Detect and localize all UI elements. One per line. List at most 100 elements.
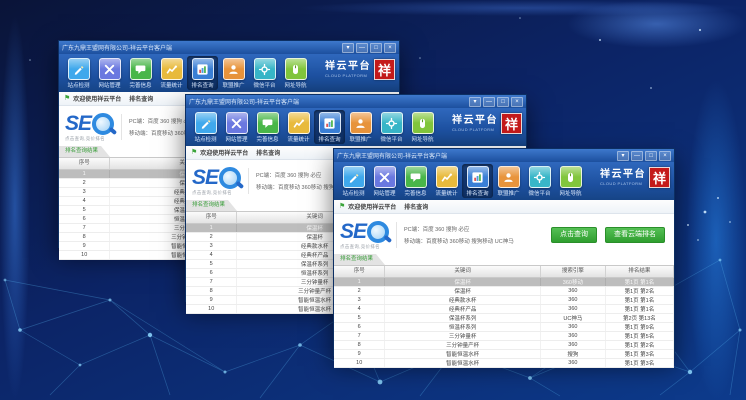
minimize-button[interactable]: — — [483, 97, 495, 107]
toolbar-item-label: 完善信息 — [129, 81, 151, 89]
row-number: 8 — [334, 341, 385, 349]
window-titlebar[interactable]: 广东九鼎王盟网有限公司-祥云平台客户端 ▾ — □ × — [334, 149, 674, 162]
column-header[interactable]: 搜索引擎 — [541, 266, 606, 277]
rank-chart-icon — [319, 112, 341, 134]
tab-rank-results[interactable]: 排名查询结果 — [59, 146, 110, 157]
toolbar-item-rank-chart[interactable]: 排名查询 — [314, 110, 345, 144]
toolbar-item-site-manage[interactable]: 网站管理 — [369, 164, 400, 198]
seo-tagline: 点击查询,竞价排名 — [65, 136, 114, 142]
tab-rank-results[interactable]: 排名查询结果 — [334, 254, 385, 265]
toolbar-item-traffic-chart[interactable]: 流量统计 — [156, 56, 187, 90]
toolbar-item-message[interactable]: 完善信息 — [252, 110, 283, 144]
table-row[interactable]: 7三分钟量杯360第1页 第5名 — [334, 332, 674, 341]
toolbar-item-message[interactable]: 完善信息 — [125, 56, 156, 90]
seo-logo-text: SE — [192, 167, 218, 189]
section-title: 排名查询 — [129, 94, 153, 103]
toolbar-item-label: 联盟推广 — [497, 189, 519, 197]
close-button[interactable]: × — [659, 151, 671, 161]
column-header[interactable]: 排名结果 — [606, 266, 674, 277]
column-header[interactable]: 序号 — [186, 212, 237, 223]
brand-seal: 祥 — [501, 113, 522, 134]
seo-logo: SE 点击查询,竞价排名 — [192, 167, 241, 196]
toolbar-item-site-check[interactable]: 站点检测 — [338, 164, 369, 198]
magnifier-icon — [219, 167, 241, 189]
window-title: 广东九鼎王盟网有限公司-祥云平台客户端 — [189, 97, 469, 106]
column-header[interactable]: 序号 — [334, 266, 385, 277]
minimize-button[interactable]: — — [631, 151, 643, 161]
table-row[interactable]: 8三分钟量产杯360第1页 第2名 — [334, 341, 674, 350]
row-number: 1 — [59, 170, 110, 178]
window-controls: ▾ — □ × — [617, 151, 671, 161]
maximize-button[interactable]: □ — [645, 151, 657, 161]
table-row[interactable]: 6恒温杯系列360第1页 第9名 — [334, 323, 674, 332]
pc-engines: PC端：百度 360 搜狗 必应 — [404, 225, 514, 233]
table-row[interactable]: 9智能恒温水杯搜狗第1页 第3名 — [334, 350, 674, 359]
maximize-button[interactable]: □ — [497, 97, 509, 107]
toolbar-item-label: 流量统计 — [160, 81, 182, 89]
site-check-icon — [68, 58, 90, 80]
toolbar-item-platform-gear[interactable]: 微信平台 — [376, 110, 407, 144]
toolbar-item-message[interactable]: 完善信息 — [400, 164, 431, 198]
brand-title: 祥云平台 — [452, 116, 498, 126]
toolbar-item-label: 网站管理 — [98, 81, 120, 89]
table-row[interactable]: 10智能恒温水杯360第1页 第3名 — [334, 359, 674, 368]
toolbar-item-rank-chart[interactable]: 排名查询 — [462, 164, 493, 198]
flag-icon: ⚑ — [339, 203, 345, 210]
table-row[interactable]: 4经典杯产品360第1页 第1名 — [334, 305, 674, 314]
maximize-button[interactable]: □ — [370, 43, 382, 53]
keyword-cell: 经典款水杯 — [385, 296, 541, 304]
toolbar-item-site-check[interactable]: 站点检测 — [190, 110, 221, 144]
toolbar-item-site-manage[interactable]: 网站管理 — [221, 110, 252, 144]
table-row[interactable]: 5保温杯系列UC神马第2页 第13名 — [334, 314, 674, 323]
column-header[interactable]: 关键词 — [385, 266, 541, 277]
toolbar-item-platform-gear[interactable]: 微信平台 — [524, 164, 555, 198]
row-number: 4 — [334, 305, 385, 313]
query-button[interactable]: 点击查询 — [551, 227, 597, 243]
tab-rank-results[interactable]: 排名查询结果 — [186, 200, 237, 211]
toolbar-item-label: 站点检测 — [342, 189, 364, 197]
toolbar-item-mouse[interactable]: 网址导航 — [407, 110, 438, 144]
toolbar-item-label: 排名查询 — [466, 189, 488, 197]
platform-gear-icon — [381, 112, 403, 134]
rank-result-cell: 第1页 第1名 — [606, 296, 674, 304]
table-row[interactable]: 3经典款水杯360第1页 第1名 — [334, 296, 674, 305]
message-icon — [405, 166, 427, 188]
skin-button[interactable]: ▾ — [617, 151, 629, 161]
toolbar-item-mouse[interactable]: 网址导航 — [280, 56, 311, 90]
close-button[interactable]: × — [511, 97, 523, 107]
table-row[interactable]: 1保温杯360移动第1页 第1名 — [334, 278, 674, 287]
rank-result-cell: 第1页 第1名 — [606, 305, 674, 313]
toolbar-item-site-manage[interactable]: 网站管理 — [94, 56, 125, 90]
minimize-button[interactable]: — — [356, 43, 368, 53]
mouse-icon — [560, 166, 582, 188]
toolbar-item-site-check[interactable]: 站点检测 — [63, 56, 94, 90]
row-number: 4 — [59, 197, 110, 205]
skin-button[interactable]: ▾ — [469, 97, 481, 107]
table-row[interactable]: 2保温杯360第1页 第2名 — [334, 287, 674, 296]
brand-seal: 祥 — [374, 59, 395, 80]
toolbar-item-traffic-chart[interactable]: 流量统计 — [283, 110, 314, 144]
window-titlebar[interactable]: 广东九鼎王盟网有限公司-祥云平台客户端 ▾ — □ × — [186, 95, 526, 108]
skin-button[interactable]: ▾ — [342, 43, 354, 53]
toolbar-item-label: 排名查询 — [191, 81, 213, 89]
close-button[interactable]: × — [384, 43, 396, 53]
column-header[interactable]: 序号 — [59, 158, 110, 169]
toolbar-item-traffic-chart[interactable]: 流量统计 — [431, 164, 462, 198]
toolbar-item-rank-chart[interactable]: 排名查询 — [187, 56, 218, 90]
toolbar-item-label: 完善信息 — [256, 135, 278, 143]
cloud-rank-button[interactable]: 查看云端排名 — [605, 227, 665, 243]
toolbar-item-mouse[interactable]: 网址导航 — [555, 164, 586, 198]
toolbar-item-promotion-user[interactable]: 联盟推广 — [218, 56, 249, 90]
promotion-user-icon — [350, 112, 372, 134]
flag-icon: ⚑ — [191, 149, 197, 156]
toolbar-item-promotion-user[interactable]: 联盟推广 — [345, 110, 376, 144]
row-number: 2 — [59, 179, 110, 187]
toolbar-item-platform-gear[interactable]: 微信平台 — [249, 56, 280, 90]
vertical-divider — [396, 222, 397, 248]
toolbar-item-promotion-user[interactable]: 联盟推广 — [493, 164, 524, 198]
window-titlebar[interactable]: 广东九鼎王盟网有限公司-祥云平台客户端 ▾ — □ × — [59, 41, 399, 54]
window-controls: ▾ — □ × — [342, 43, 396, 53]
row-number: 8 — [186, 287, 237, 295]
keyword-cell: 智能恒温水杯 — [385, 359, 541, 367]
row-number: 3 — [186, 242, 237, 250]
